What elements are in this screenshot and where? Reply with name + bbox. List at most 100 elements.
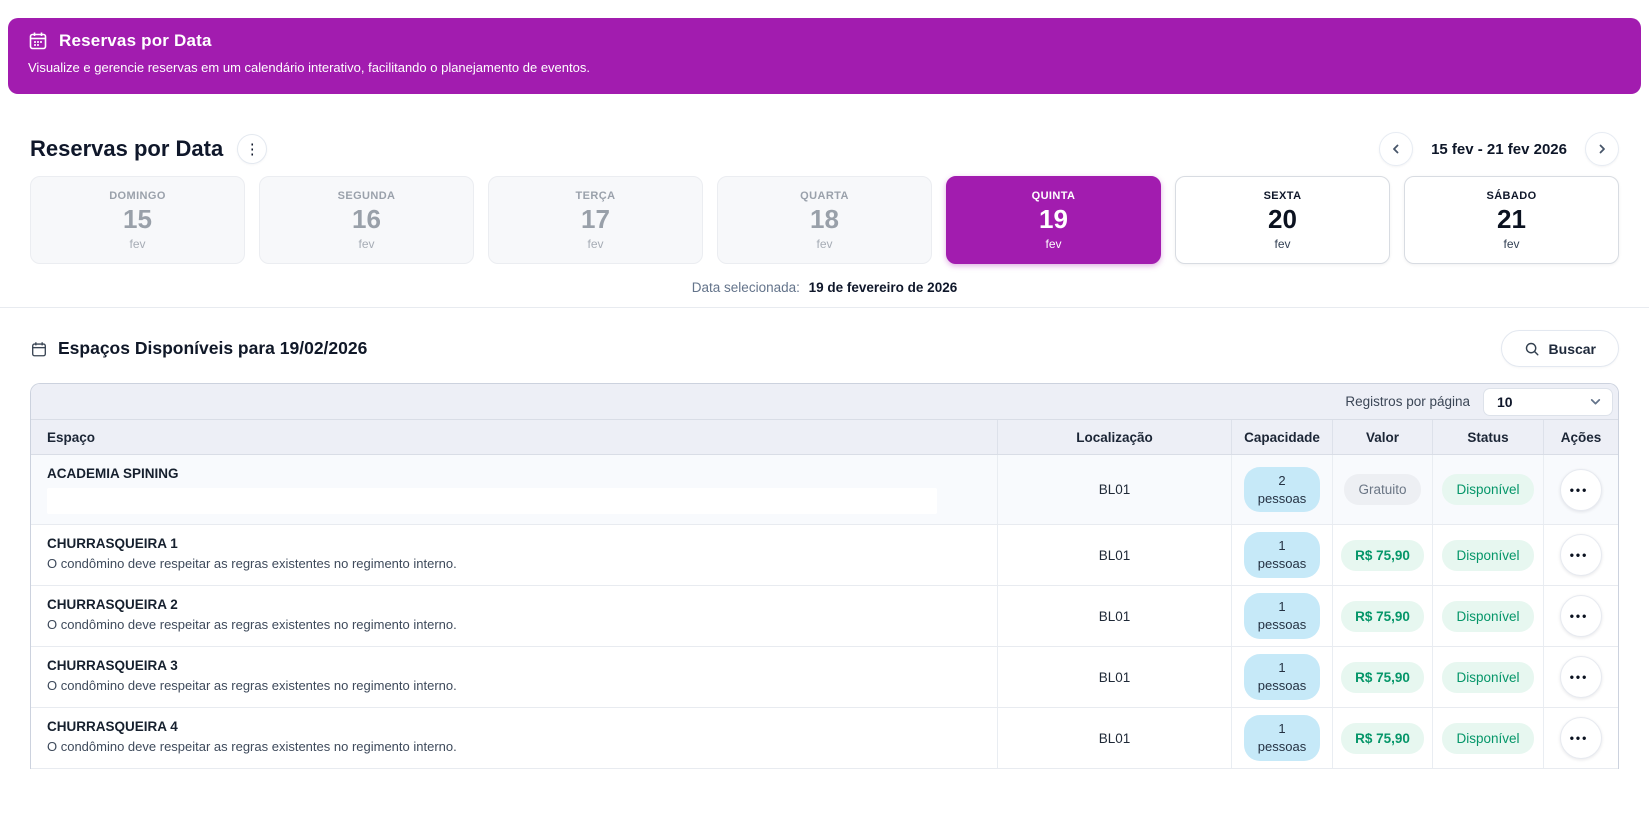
row-actions-button[interactable]: •••: [1560, 469, 1602, 511]
week-day-grid: DOMINGO 15 fev SEGUNDA 16 fev TERÇA 17 f…: [30, 176, 1619, 264]
chevron-down-icon: [1589, 395, 1602, 408]
space-description: O condômino deve respeitar as regras exi…: [47, 617, 981, 632]
day-card-quinta-19-selected[interactable]: QUINTA 19 fev: [946, 176, 1161, 264]
section-header: Espaços Disponíveis para 19/02/2026 Busc…: [30, 330, 1619, 367]
section-divider: [0, 307, 1649, 308]
row-actions-button[interactable]: •••: [1560, 534, 1602, 576]
ellipsis-icon: •••: [1570, 609, 1589, 623]
capacity-unit: pessoas: [1258, 677, 1306, 695]
day-card-quarta-18[interactable]: QUARTA 18 fev: [717, 176, 932, 264]
day-number: 16: [352, 204, 381, 235]
chevron-right-icon: [1596, 143, 1608, 155]
day-month: fev: [129, 237, 145, 251]
capacity-count: 2: [1258, 472, 1306, 490]
search-icon: [1524, 341, 1540, 357]
day-number: 21: [1497, 204, 1526, 235]
date-range-label: 15 fev - 21 fev 2026: [1431, 141, 1567, 158]
space-location: BL01: [998, 455, 1232, 524]
status-badge: Disponível: [1442, 662, 1533, 693]
capacity-badge: 1 pessoas: [1244, 715, 1320, 760]
day-month: fev: [1274, 237, 1290, 251]
price-badge: Gratuito: [1344, 474, 1420, 505]
calendar-icon: [28, 31, 48, 51]
day-weekday: TERÇA: [576, 190, 616, 202]
column-header-status: Status: [1433, 420, 1544, 454]
spaces-table: Registros por página 10 Espaço Localizaç…: [30, 383, 1619, 769]
week-navigation: 15 fev - 21 fev 2026: [1379, 132, 1619, 166]
status-badge: Disponível: [1442, 723, 1533, 754]
table-row: CHURRASQUEIRA 4 O condômino deve respeit…: [31, 708, 1618, 769]
per-page-select[interactable]: 10: [1483, 388, 1613, 416]
row-actions-button[interactable]: •••: [1560, 595, 1602, 637]
row-actions-button[interactable]: •••: [1560, 717, 1602, 759]
selected-date-value: 19 de fevereiro de 2026: [809, 280, 958, 295]
calendar-outline-icon: [30, 340, 48, 358]
table-row: CHURRASQUEIRA 3 O condômino deve respeit…: [31, 647, 1618, 708]
per-page-value: 10: [1497, 394, 1513, 410]
table-row: ACADEMIA SPINING BL01 2 pessoas Gratuito…: [31, 455, 1618, 525]
column-header-capacidade: Capacidade: [1232, 420, 1333, 454]
ellipsis-icon: •••: [1570, 548, 1589, 562]
space-location: BL01: [998, 647, 1232, 707]
day-weekday: SEXTA: [1264, 190, 1302, 202]
day-number: 15: [123, 204, 152, 235]
table-row: CHURRASQUEIRA 2 O condômino deve respeit…: [31, 586, 1618, 647]
day-card-sabado-21[interactable]: SÁBADO 21 fev: [1404, 176, 1619, 264]
day-month: fev: [816, 237, 832, 251]
capacity-badge: 1 pessoas: [1244, 654, 1320, 699]
status-badge: Disponível: [1442, 601, 1533, 632]
day-month: fev: [358, 237, 374, 251]
column-header-acoes: Ações: [1544, 420, 1618, 454]
space-location: BL01: [998, 525, 1232, 585]
capacity-count: 1: [1258, 537, 1306, 555]
day-weekday: SEGUNDA: [338, 190, 396, 202]
capacity-count: 1: [1258, 659, 1306, 677]
day-weekday: QUINTA: [1032, 190, 1076, 202]
capacity-unit: pessoas: [1258, 555, 1306, 573]
heading-row: Reservas por Data ⋮ 15 fev - 21 fev 2026: [30, 132, 1619, 166]
row-actions-button[interactable]: •••: [1560, 656, 1602, 698]
day-number: 20: [1268, 204, 1297, 235]
search-button-label: Buscar: [1549, 341, 1596, 357]
price-badge: R$ 75,90: [1341, 540, 1424, 571]
price-badge: R$ 75,90: [1341, 723, 1424, 754]
table-header-row: Espaço Localização Capacidade Valor Stat…: [31, 420, 1618, 455]
space-description: O condômino deve respeitar as regras exi…: [47, 556, 981, 571]
space-location: BL01: [998, 708, 1232, 768]
space-description: O condômino deve respeitar as regras exi…: [47, 739, 981, 754]
day-number: 17: [581, 204, 610, 235]
space-name: CHURRASQUEIRA 1: [47, 536, 981, 551]
price-badge: R$ 75,90: [1341, 601, 1424, 632]
table-toolbar: Registros por página 10: [31, 384, 1618, 420]
day-number: 18: [810, 204, 839, 235]
ellipsis-icon: •••: [1570, 670, 1589, 684]
space-description: [47, 488, 937, 514]
chevron-left-icon: [1390, 143, 1402, 155]
kebab-icon: ⋮: [245, 142, 260, 157]
day-month: fev: [1045, 237, 1061, 251]
status-badge: Disponível: [1442, 474, 1533, 505]
day-card-sexta-20[interactable]: SEXTA 20 fev: [1175, 176, 1390, 264]
space-description: O condômino deve respeitar as regras exi…: [47, 678, 981, 693]
next-week-button[interactable]: [1585, 132, 1619, 166]
day-number: 19: [1039, 204, 1068, 235]
day-month: fev: [587, 237, 603, 251]
selected-date-row: Data selecionada: 19 de fevereiro de 202…: [30, 280, 1619, 295]
day-weekday: SÁBADO: [1486, 190, 1536, 202]
day-card-domingo-15[interactable]: DOMINGO 15 fev: [30, 176, 245, 264]
section-title: Espaços Disponíveis para 19/02/2026: [58, 338, 367, 359]
search-button[interactable]: Buscar: [1501, 330, 1619, 367]
banner-title: Reservas por Data: [59, 31, 212, 51]
previous-week-button[interactable]: [1379, 132, 1413, 166]
more-options-button[interactable]: ⋮: [237, 134, 267, 164]
day-card-segunda-16[interactable]: SEGUNDA 16 fev: [259, 176, 474, 264]
column-header-espaco: Espaço: [31, 420, 998, 454]
day-weekday: DOMINGO: [109, 190, 166, 202]
day-card-terca-17[interactable]: TERÇA 17 fev: [488, 176, 703, 264]
capacity-count: 1: [1258, 598, 1306, 616]
space-name: ACADEMIA SPINING: [47, 466, 981, 481]
status-badge: Disponível: [1442, 540, 1533, 571]
capacity-unit: pessoas: [1258, 616, 1306, 634]
page-title: Reservas por Data: [30, 136, 223, 162]
capacity-count: 1: [1258, 720, 1306, 738]
